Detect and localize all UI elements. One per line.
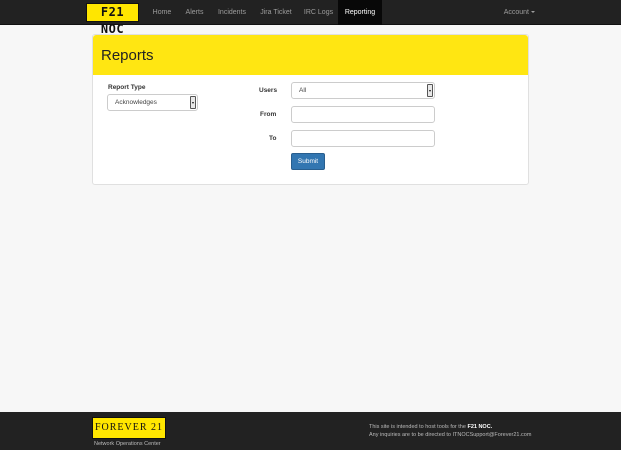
report-type-value: Acknowledges — [115, 99, 157, 106]
nav-item-incidents[interactable]: Incidents — [212, 0, 252, 25]
nav-item-alerts[interactable]: Alerts — [180, 0, 209, 25]
users-select[interactable]: All — [291, 82, 435, 99]
footer-line-1: This site is intended to host tools for … — [369, 424, 492, 430]
footer-line-2: Any inquiries are to be directed to ITNO… — [369, 432, 532, 438]
nav-item-home[interactable]: Home — [147, 0, 177, 25]
nav-item-irc-logs[interactable]: IRC Logs — [300, 0, 337, 25]
to-date-field[interactable] — [291, 130, 435, 147]
account-label: Account — [503, 9, 529, 16]
users-value: All — [299, 87, 307, 94]
nav-item-reporting[interactable]: Reporting — [338, 0, 382, 25]
logo-caption: Network Operations Center — [94, 441, 161, 447]
from-label: From — [260, 111, 277, 118]
submit-button[interactable]: Submit — [291, 153, 325, 170]
footer-line-1-bold: F21 NOC. — [467, 424, 493, 430]
from-date-field[interactable] — [291, 106, 435, 123]
account-menu[interactable]: Account — [504, 0, 535, 25]
panel-header: Reports — [93, 35, 528, 75]
top-navbar: F21 NOC Home Alerts Incidents Jira Ticke… — [0, 0, 621, 36]
dropdown-arrow-icon — [190, 96, 196, 109]
page-title: Reports — [101, 47, 154, 64]
to-label: To — [269, 135, 277, 142]
brand-logo[interactable]: F21 NOC — [86, 3, 139, 36]
caret-down-icon — [531, 11, 535, 14]
forever21-logo: FOREVER 21 — [92, 417, 166, 439]
users-label: Users — [259, 87, 278, 94]
footer-line-1-text: This site is intended to host tools for … — [369, 424, 468, 430]
report-type-select[interactable]: Acknowledges — [107, 94, 198, 111]
report-type-label: Report Type — [108, 84, 146, 91]
dropdown-arrow-icon — [427, 84, 433, 97]
nav-item-jira-ticket[interactable]: Jira Ticket — [255, 0, 297, 25]
